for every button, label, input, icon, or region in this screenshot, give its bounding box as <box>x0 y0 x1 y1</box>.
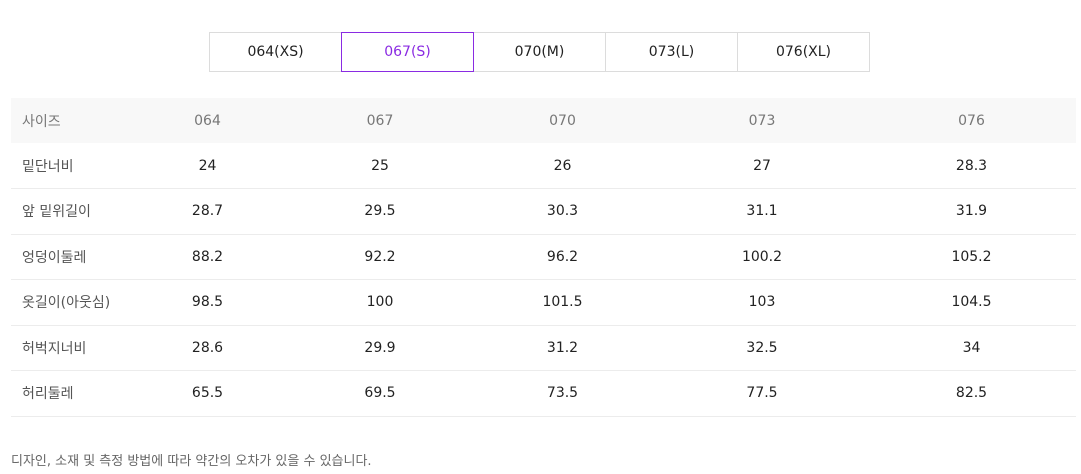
table-cell: 24 <box>123 143 292 189</box>
table-header-row: 사이즈 064 067 070 073 076 <box>11 98 1076 143</box>
table-cell: 31.9 <box>867 188 1076 235</box>
size-chart-table: 사이즈 064 067 070 073 076 밑단너비 24 25 26 27… <box>11 98 1076 417</box>
row-label: 허벅지너비 <box>11 325 123 371</box>
table-row: 허리둘레 65.5 69.5 73.5 77.5 82.5 <box>11 370 1076 417</box>
table-cell: 31.2 <box>468 325 657 371</box>
header-size-label: 사이즈 <box>22 113 61 130</box>
row-label: 허리둘레 <box>11 370 123 417</box>
header-size: 073 <box>748 112 776 129</box>
size-tab-064[interactable]: 064(XS) <box>209 32 342 72</box>
table-cell: 28.7 <box>123 188 292 235</box>
table-row: 밑단너비 24 25 26 27 28.3 <box>11 143 1076 189</box>
size-tabs: 064(XS) 067(S) 070(M) 073(L) 076(XL) <box>209 32 870 72</box>
table-cell: 69.5 <box>292 370 468 417</box>
header-size: 067 <box>366 112 394 129</box>
table-cell: 82.5 <box>867 370 1076 417</box>
table-cell: 28.3 <box>867 143 1076 189</box>
table-cell: 103 <box>657 279 867 326</box>
table-cell: 92.2 <box>292 234 468 280</box>
table-cell: 105.2 <box>867 234 1076 280</box>
size-tab-076[interactable]: 076(XL) <box>737 32 870 72</box>
table-row: 엉덩이둘레 88.2 92.2 96.2 100.2 105.2 <box>11 234 1076 280</box>
size-tab-073[interactable]: 073(L) <box>605 32 738 72</box>
table-cell: 27 <box>657 143 867 189</box>
table-cell: 32.5 <box>657 325 867 371</box>
header-size: 076 <box>958 112 985 129</box>
table-cell: 104.5 <box>867 279 1076 326</box>
table-cell: 88.2 <box>123 234 292 280</box>
row-label: 앞 밑위길이 <box>11 188 123 235</box>
table-cell: 101.5 <box>468 279 657 326</box>
size-tab-067[interactable]: 067(S) <box>341 32 474 72</box>
table-cell: 98.5 <box>123 279 292 326</box>
measurement-disclaimer: 디자인, 소재 및 측정 방법에 따라 약간의 오차가 있을 수 있습니다. <box>11 454 372 469</box>
table-cell: 29.5 <box>292 188 468 235</box>
table-cell: 30.3 <box>468 188 657 235</box>
table-row: 허벅지너비 28.6 29.9 31.2 32.5 34 <box>11 325 1076 371</box>
table-cell: 65.5 <box>123 370 292 417</box>
table-cell: 28.6 <box>123 325 292 371</box>
table-row: 옷길이(아웃심) 98.5 100 101.5 103 104.5 <box>11 279 1076 326</box>
table-cell: 77.5 <box>657 370 867 417</box>
row-label: 밑단너비 <box>11 143 123 189</box>
row-label: 엉덩이둘레 <box>11 234 123 280</box>
size-tab-070[interactable]: 070(M) <box>473 32 606 72</box>
header-size: 070 <box>549 112 576 129</box>
table-cell: 31.1 <box>657 188 867 235</box>
table-cell: 29.9 <box>292 325 468 371</box>
table-cell: 100.2 <box>657 234 867 280</box>
table-row: 앞 밑위길이 28.7 29.5 30.3 31.1 31.9 <box>11 188 1076 235</box>
table-cell: 96.2 <box>468 234 657 280</box>
row-label: 옷길이(아웃심) <box>11 279 123 326</box>
table-cell: 25 <box>292 143 468 189</box>
table-cell: 26 <box>468 143 657 189</box>
table-cell: 73.5 <box>468 370 657 417</box>
header-size: 064 <box>194 112 221 129</box>
table-cell: 34 <box>867 325 1076 371</box>
table-cell: 100 <box>292 279 468 326</box>
